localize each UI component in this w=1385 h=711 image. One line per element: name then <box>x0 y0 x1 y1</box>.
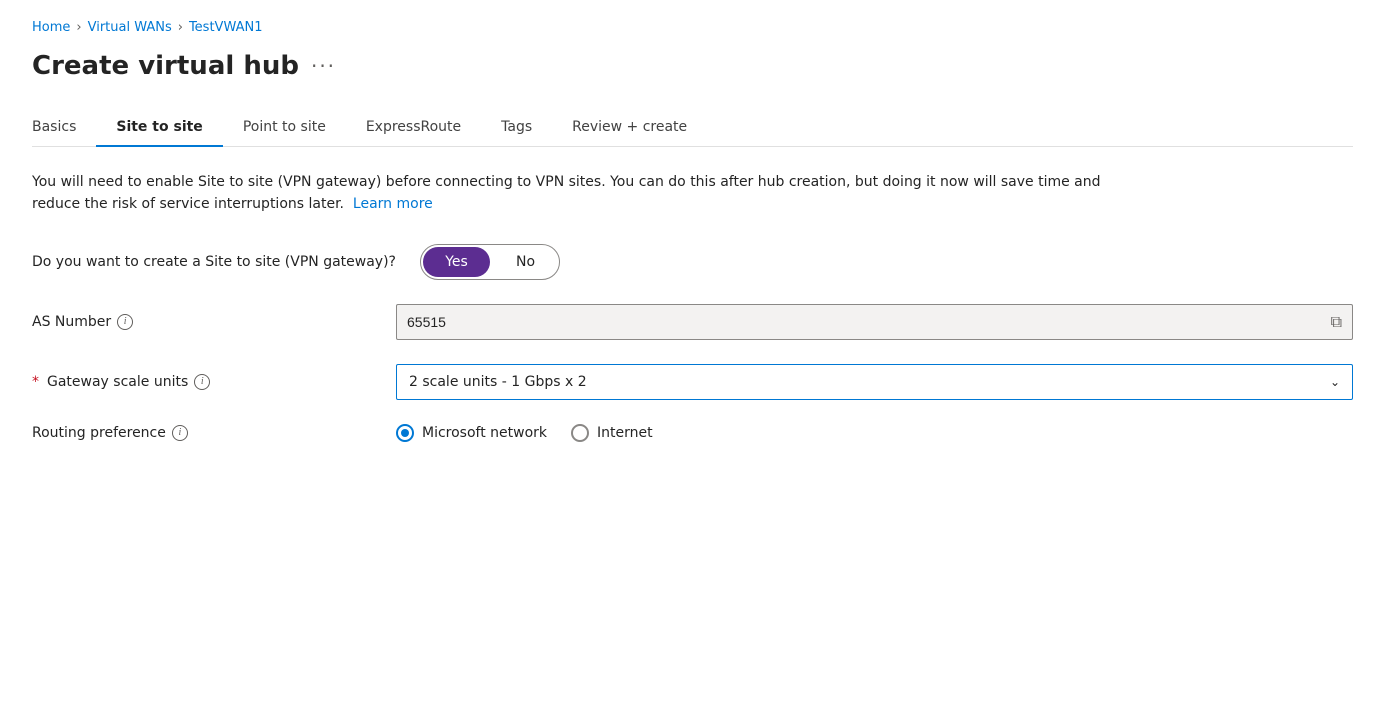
routing-internet-label: Internet <box>597 425 653 441</box>
toggle-no[interactable]: No <box>492 245 559 279</box>
routing-preference-label: Routing preference i <box>32 425 372 441</box>
gateway-scale-units-info-icon[interactable]: i <box>194 374 210 390</box>
as-number-copy-icon[interactable]: ⧉ <box>1331 312 1342 332</box>
routing-preference-radio-group: Microsoft network Internet <box>396 424 1353 442</box>
section-description: You will need to enable Site to site (VP… <box>32 171 1132 216</box>
form-section: Do you want to create a Site to site (VP… <box>32 244 1353 442</box>
vpn-gateway-toggle-wrapper: Yes No <box>420 244 1353 280</box>
required-indicator: * <box>32 374 39 390</box>
gateway-scale-units-dropdown[interactable]: 2 scale units - 1 Gbps x 2 ⌄ <box>396 364 1353 400</box>
routing-preference-control: Microsoft network Internet <box>396 424 1353 442</box>
gateway-scale-units-value: 2 scale units - 1 Gbps x 2 <box>409 374 587 390</box>
gateway-scale-units-label: * Gateway scale units i <box>32 374 372 390</box>
toggle-yes[interactable]: Yes <box>423 247 490 277</box>
tab-site-to-site[interactable]: Site to site <box>96 109 222 147</box>
tab-point-to-site[interactable]: Point to site <box>223 109 346 147</box>
as-number-input-wrapper: ⧉ <box>396 304 1353 340</box>
page-title: Create virtual hub <box>32 51 299 81</box>
page-title-row: Create virtual hub ··· <box>32 51 1353 81</box>
tab-expressroute[interactable]: ExpressRoute <box>346 109 481 147</box>
vpn-gateway-row: Do you want to create a Site to site (VP… <box>32 244 1353 280</box>
tab-review-create[interactable]: Review + create <box>552 109 707 147</box>
as-number-label-text: AS Number <box>32 314 111 330</box>
as-number-info-icon[interactable]: i <box>117 314 133 330</box>
as-number-row: AS Number i ⧉ <box>32 304 1353 340</box>
routing-preference-label-text: Routing preference <box>32 425 166 441</box>
learn-more-link[interactable]: Learn more <box>353 196 433 212</box>
breadcrumb-home[interactable]: Home <box>32 20 70 35</box>
radio-microsoft-network-icon <box>396 424 414 442</box>
vpn-gateway-label: Do you want to create a Site to site (VP… <box>32 254 396 270</box>
as-number-input[interactable] <box>407 314 1323 330</box>
breadcrumb-testvwan1[interactable]: TestVWAN1 <box>189 20 263 35</box>
routing-internet[interactable]: Internet <box>571 424 653 442</box>
vpn-gateway-label-text: Do you want to create a Site to site (VP… <box>32 254 396 270</box>
vpn-gateway-toggle[interactable]: Yes No <box>420 244 560 280</box>
routing-preference-row: Routing preference i Microsoft network I… <box>32 424 1353 442</box>
chevron-down-icon: ⌄ <box>1330 375 1340 389</box>
as-number-control: ⧉ <box>396 304 1353 340</box>
radio-internet-icon <box>571 424 589 442</box>
tab-bar: Basics Site to site Point to site Expres… <box>32 109 1353 147</box>
gateway-scale-units-label-text: Gateway scale units <box>47 374 188 390</box>
tab-tags[interactable]: Tags <box>481 109 552 147</box>
as-number-label: AS Number i <box>32 314 372 330</box>
breadcrumb-virtual-wans[interactable]: Virtual WANs <box>88 20 172 35</box>
gateway-scale-units-control: 2 scale units - 1 Gbps x 2 ⌄ <box>396 364 1353 400</box>
breadcrumb: Home › Virtual WANs › TestVWAN1 <box>32 20 1353 35</box>
gateway-scale-units-row: * Gateway scale units i 2 scale units - … <box>32 364 1353 400</box>
routing-microsoft-network[interactable]: Microsoft network <box>396 424 547 442</box>
breadcrumb-sep-1: › <box>76 20 81 35</box>
description-text: You will need to enable Site to site (VP… <box>32 174 1101 212</box>
tab-basics[interactable]: Basics <box>32 109 96 147</box>
routing-microsoft-network-label: Microsoft network <box>422 425 547 441</box>
title-more-options[interactable]: ··· <box>311 54 336 78</box>
routing-preference-info-icon[interactable]: i <box>172 425 188 441</box>
breadcrumb-sep-2: › <box>178 20 183 35</box>
